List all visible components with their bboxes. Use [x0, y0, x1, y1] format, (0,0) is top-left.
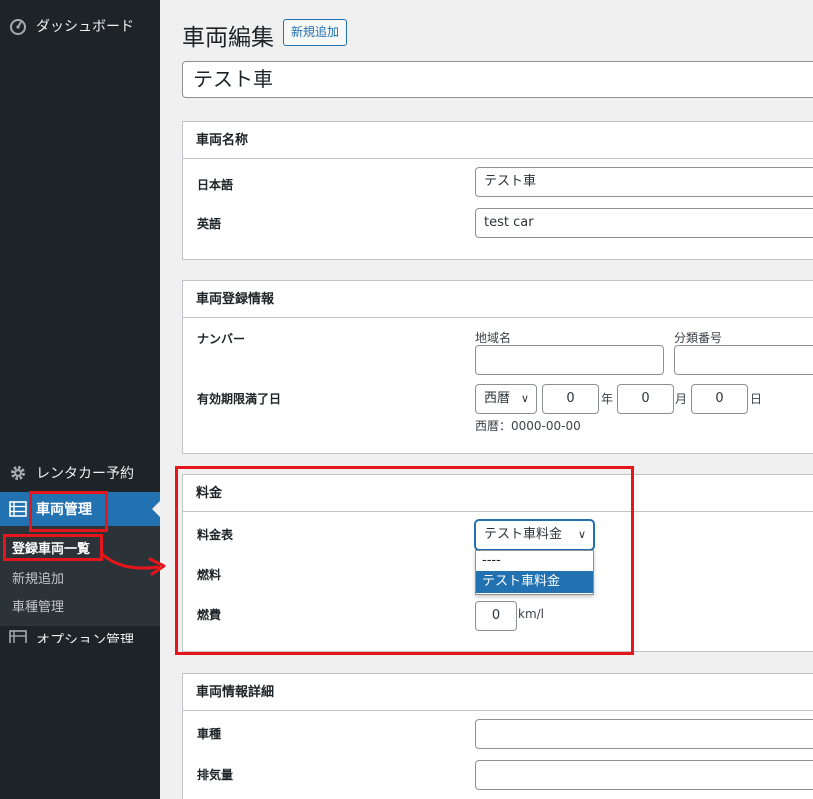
region-label: 地域名	[475, 331, 512, 345]
english-label: 英語	[197, 217, 222, 231]
fee-heading: 料金	[183, 475, 813, 512]
menu-label-rentacar: レンタカー予約	[36, 466, 134, 482]
japanese-name-input[interactable]: テスト車	[475, 167, 813, 197]
submenu-add-new[interactable]: 新規追加	[12, 568, 64, 587]
date-preview: 西暦：0000-00-00	[475, 419, 581, 433]
menu-item-vehicle-management[interactable]: 車両管理	[0, 492, 160, 526]
month-unit: 月	[675, 392, 688, 406]
admin-sidebar: ダッシュボード レンタカー予約 車両管理 登録車両一覧 新規追加 車種管理 オプ…	[0, 0, 160, 799]
menu-item-dashboard[interactable]: ダッシュボード	[0, 9, 160, 43]
submenu-vehicle-type[interactable]: 車種管理	[12, 596, 64, 615]
year-unit: 年	[601, 392, 614, 406]
chevron-down-icon: ∨	[520, 392, 529, 405]
vehicle-name-heading: 車両名称	[183, 122, 813, 159]
fuel-label: 燃料	[197, 568, 222, 582]
vehicle-type-label: 車種	[197, 727, 222, 741]
vehicle-type-input[interactable]	[475, 719, 813, 749]
japanese-label: 日本語	[197, 178, 234, 192]
number-label: ナンバー	[197, 332, 246, 346]
region-input[interactable]	[475, 345, 664, 375]
annotation-arrow-icon	[100, 552, 166, 576]
menu-label-vehicle: 車両管理	[36, 502, 92, 518]
dropdown-option[interactable]: ----	[476, 551, 593, 571]
displacement-input[interactable]	[475, 760, 813, 790]
fee-table-select-value: テスト車料金	[484, 527, 563, 542]
expiry-label: 有効期限満了日	[197, 392, 282, 406]
registration-heading: 車両登録情報	[183, 281, 813, 318]
month-input[interactable]: 0	[617, 384, 674, 414]
class-number-input[interactable]	[674, 345, 813, 375]
year-input[interactable]: 0	[542, 384, 599, 414]
vehicle-detail-heading: 車両情報詳細	[183, 674, 813, 711]
vehicle-detail-box: 車両情報詳細 車種 排気量	[182, 673, 813, 799]
era-select[interactable]: 西暦 ∨	[475, 384, 537, 414]
dashboard-gauge-icon	[0, 17, 36, 35]
list-icon	[0, 630, 36, 643]
gear-icon	[0, 464, 36, 482]
menu-item-rentacar-booking[interactable]: レンタカー予約	[0, 456, 160, 490]
chevron-down-icon: ∨	[577, 528, 586, 541]
day-unit: 日	[750, 392, 763, 406]
fuel-economy-label: 燃費	[197, 608, 222, 622]
dropdown-option-selected[interactable]: テスト車料金	[476, 571, 593, 593]
page-title: 車両編集	[182, 25, 274, 51]
post-title-input[interactable]: テスト車	[182, 61, 813, 98]
menu-label-dashboard: ダッシュボード	[36, 19, 134, 35]
english-name-input[interactable]: test car	[475, 208, 813, 238]
fuel-economy-input[interactable]: 0	[475, 601, 517, 631]
fuel-economy-unit: km/l	[518, 607, 545, 621]
fee-box: 料金 料金表 テスト車料金 ∨ ---- テスト車料金 燃料 燃費 0 km/l	[182, 474, 813, 652]
day-input[interactable]: 0	[691, 384, 748, 414]
add-new-button[interactable]: 新規追加	[283, 19, 348, 46]
fee-table-label: 料金表	[197, 528, 234, 542]
era-select-value: 西暦	[484, 391, 511, 406]
menu-item-option-management[interactable]: オプション管理	[0, 626, 160, 643]
registration-box: 車両登録情報 ナンバー 地域名 分類番号 有効期限満了日 西暦 ∨ 0 年 0 …	[182, 280, 813, 454]
vehicle-name-box: 車両名称 日本語 テスト車 英語 test car	[182, 121, 813, 260]
fee-table-dropdown: ---- テスト車料金	[475, 550, 594, 595]
menu-label-option: オプション管理	[36, 633, 134, 643]
fee-table-select[interactable]: テスト車料金 ∨	[475, 520, 594, 550]
class-number-label: 分類番号	[674, 331, 723, 345]
list-view-icon	[0, 501, 36, 517]
displacement-label: 排気量	[197, 768, 234, 782]
submenu-vehicle-list[interactable]: 登録車両一覧	[12, 538, 90, 557]
